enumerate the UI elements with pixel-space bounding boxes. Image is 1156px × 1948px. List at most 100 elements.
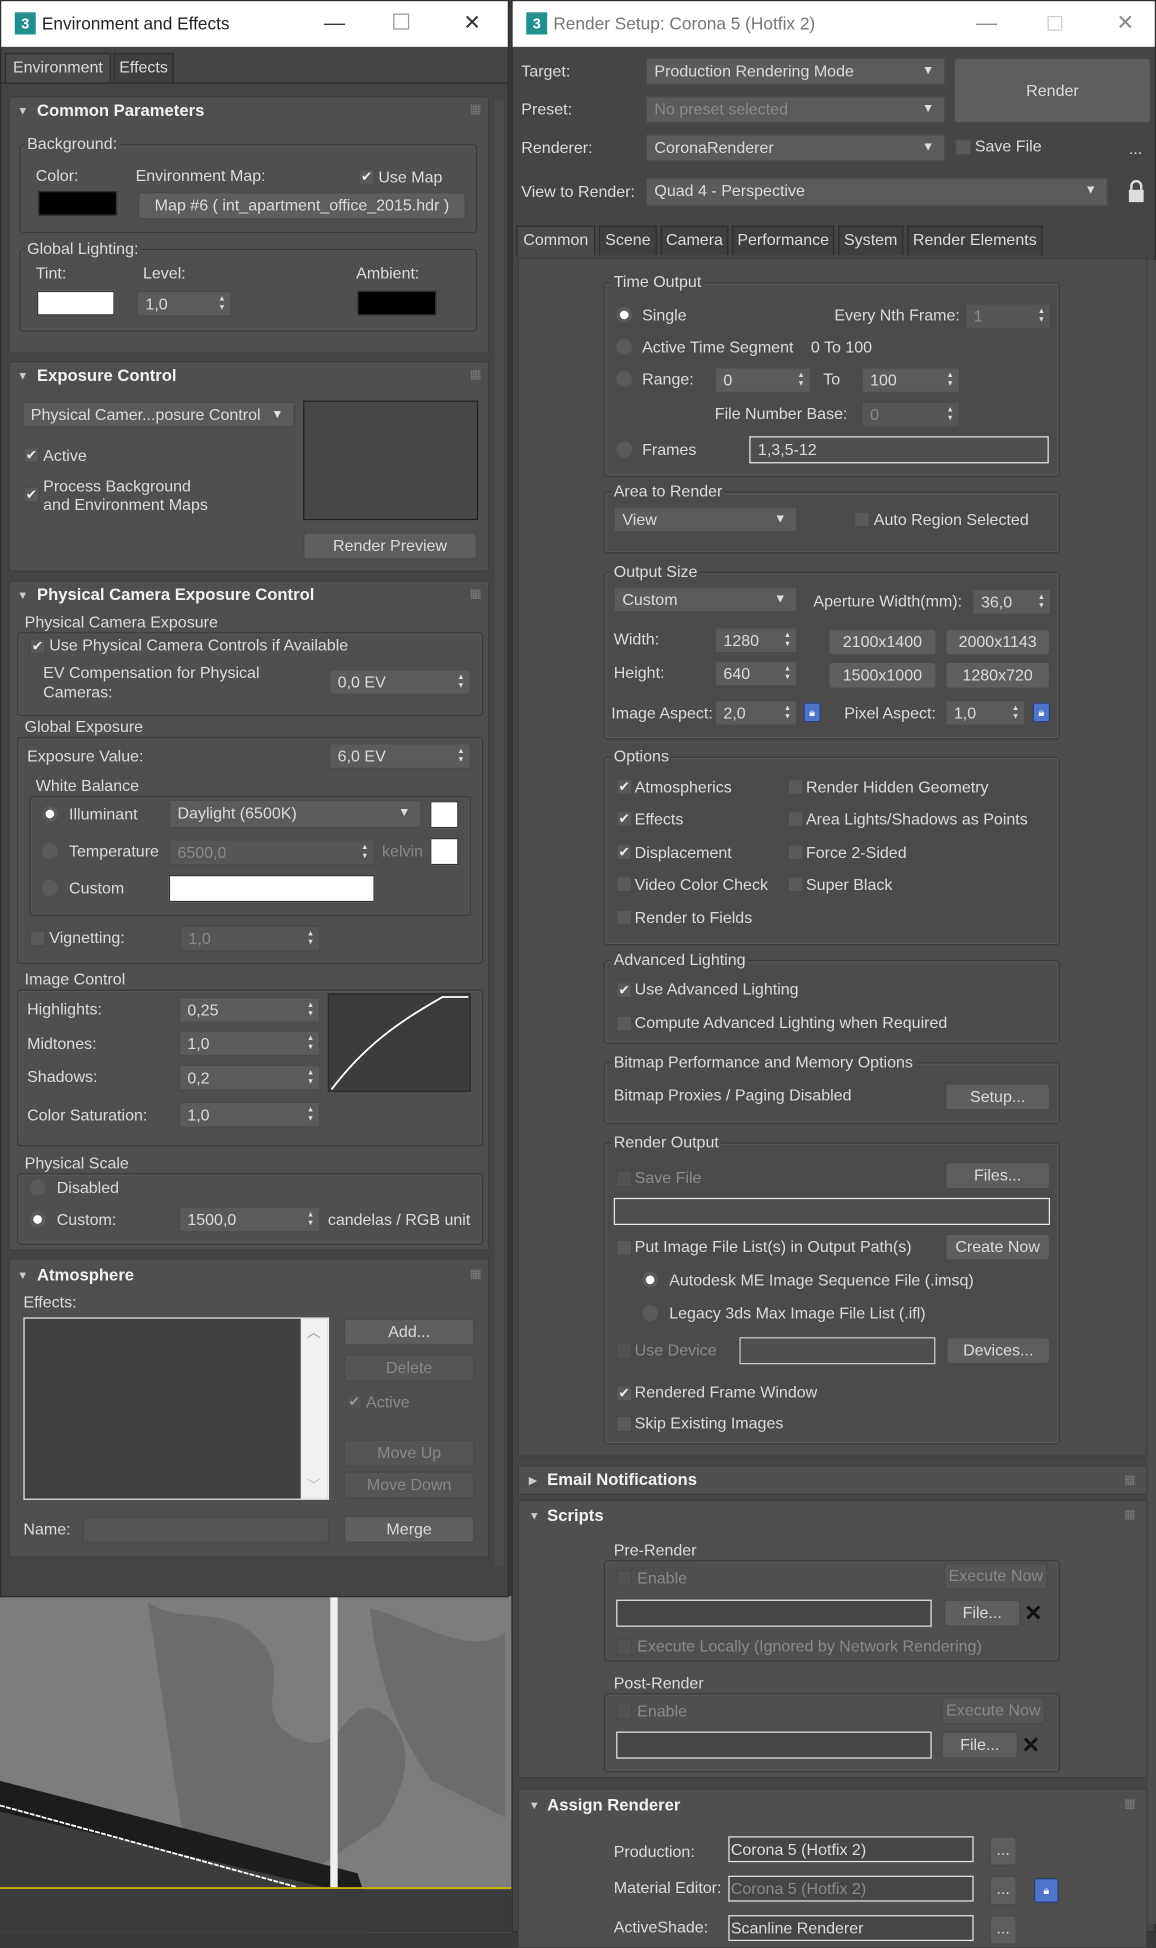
active-time-segment-radio[interactable] — [616, 338, 633, 355]
rollout-title[interactable]: Assign Renderer — [547, 1796, 680, 1816]
effect-active-checkbox[interactable]: ✔ — [346, 1393, 363, 1410]
add-effect-button[interactable]: Add... — [343, 1318, 475, 1346]
tab-render-elements[interactable]: Render Elements — [907, 225, 1043, 256]
spinner-arrows-icon[interactable]: ▲ ▼ — [307, 1107, 314, 1124]
files-button[interactable]: Files... — [945, 1162, 1051, 1190]
custom-radio[interactable] — [41, 879, 58, 896]
target-dropdown[interactable]: Production Rendering Mode ▼ — [645, 57, 946, 86]
output-size-dropdown[interactable]: Custom ▼ — [613, 586, 798, 613]
image-aspect-lock-icon[interactable]: 🔒︎ — [803, 702, 821, 723]
effects-list[interactable]: ︿ ﹀ — [23, 1317, 330, 1500]
spinner-arrows-icon[interactable]: ▲ ▼ — [457, 748, 464, 765]
width-spinner[interactable]: 1280 ▲ ▼ — [714, 627, 798, 654]
rendered-frame-window-checkbox[interactable]: ✔ — [616, 1385, 633, 1402]
preset-1500x1000-button[interactable]: 1500x1000 — [828, 661, 937, 689]
effect-name-input[interactable] — [82, 1517, 330, 1543]
pixel-aspect-spinner[interactable]: 1,0 ▲ ▼ — [945, 700, 1026, 726]
spinner-arrows-icon[interactable]: ▲ ▼ — [307, 1035, 314, 1052]
scroll-up-icon[interactable]: ︿ — [307, 1322, 321, 1342]
scale-disabled-radio[interactable] — [29, 1179, 46, 1196]
illuminant-radio[interactable] — [41, 805, 58, 823]
vignetting-spinner[interactable]: 1,0 ▲ ▼ — [179, 925, 321, 952]
option-checkbox[interactable]: ✔ — [616, 810, 633, 827]
spinner-arrows-icon[interactable]: ▲ ▼ — [784, 632, 791, 649]
ambient-color-swatch[interactable] — [357, 290, 437, 316]
temperature-spinner[interactable]: 6500,0 ▲ ▼ — [168, 839, 375, 866]
collapse-triangle-icon[interactable]: ▼ — [17, 1266, 28, 1286]
scrollbar[interactable] — [1147, 260, 1156, 1924]
midtones-spinner[interactable]: 1,0 ▲ ▼ — [178, 1030, 321, 1057]
use-physical-camera-checkbox[interactable]: ✔ — [29, 638, 46, 655]
exposure-type-dropdown[interactable]: Physical Camer...posure Control ▼ — [22, 401, 295, 428]
use-advanced-lighting-checkbox[interactable]: ✔ — [616, 982, 633, 999]
grip-icon[interactable] — [1125, 1799, 1136, 1810]
preset-2100x1400-button[interactable]: 2100x1400 — [828, 628, 937, 656]
imsq-radio[interactable] — [642, 1271, 659, 1288]
spinner-arrows-icon[interactable]: ▲ ▼ — [218, 296, 225, 313]
post-render-enable-checkbox[interactable] — [616, 1703, 633, 1720]
expand-triangle-icon[interactable]: ▶ — [529, 1470, 538, 1490]
grip-icon[interactable] — [470, 104, 481, 115]
spinner-arrows-icon[interactable]: ▲ ▼ — [361, 844, 368, 861]
renderer-dropdown[interactable]: CoronaRenderer ▼ — [645, 134, 946, 162]
pre-render-enable-checkbox[interactable] — [616, 1570, 633, 1587]
process-background-checkbox[interactable]: ✔ — [23, 486, 40, 503]
rollout-title[interactable]: Common Parameters — [37, 101, 204, 121]
rollout-title[interactable]: Exposure Control — [37, 366, 177, 386]
close-icon[interactable]: ✕ — [1117, 11, 1135, 36]
move-up-button[interactable]: Move Up — [343, 1439, 475, 1467]
frames-radio[interactable] — [616, 441, 633, 458]
skip-existing-images-checkbox[interactable] — [616, 1416, 633, 1433]
material-editor-lock-icon[interactable]: 🔒︎ — [1033, 1878, 1059, 1903]
list-scrollbar[interactable]: ︿ ﹀ — [300, 1318, 328, 1499]
grip-icon[interactable] — [470, 369, 481, 380]
collapse-triangle-icon[interactable]: ▼ — [17, 366, 28, 386]
temperature-color-swatch[interactable] — [430, 838, 459, 866]
put-image-file-list-checkbox[interactable] — [616, 1239, 633, 1256]
scroll-down-icon[interactable]: ﹀ — [307, 1475, 321, 1495]
tab-common[interactable]: Common — [516, 225, 596, 256]
tint-color-swatch[interactable] — [36, 290, 115, 316]
move-down-button[interactable]: Move Down — [343, 1471, 475, 1499]
frames-input[interactable]: 1,3,5-12 — [749, 436, 1049, 464]
preset-dropdown[interactable]: No preset selected ▼ — [645, 96, 946, 124]
every-nth-spinner[interactable]: 1 ▲ ▼ — [964, 303, 1052, 330]
vignetting-checkbox[interactable] — [29, 930, 46, 947]
spinner-arrows-icon[interactable]: ▲ ▼ — [457, 674, 464, 691]
scale-custom-radio[interactable] — [29, 1211, 46, 1228]
rollout-title[interactable]: Atmosphere — [37, 1266, 134, 1286]
spinner-arrows-icon[interactable]: ▲ ▼ — [307, 930, 314, 947]
delete-effect-button[interactable]: Delete — [343, 1354, 475, 1382]
grip-icon[interactable] — [1125, 1475, 1136, 1486]
create-now-button[interactable]: Create Now — [945, 1233, 1051, 1261]
rollout-title[interactable]: Scripts — [547, 1506, 603, 1526]
spinner-arrows-icon[interactable]: ▲ ▼ — [1038, 308, 1045, 325]
use-device-checkbox[interactable] — [616, 1343, 633, 1360]
option-checkbox[interactable] — [787, 778, 804, 795]
range-radio[interactable] — [616, 370, 633, 387]
post-render-file-button[interactable]: File... — [941, 1731, 1018, 1759]
spinner-arrows-icon[interactable]: ▲ ▼ — [307, 1070, 314, 1087]
post-render-execute-now-button[interactable]: Execute Now — [941, 1697, 1046, 1725]
device-input[interactable] — [739, 1337, 936, 1365]
pixel-aspect-lock-icon[interactable]: 🔒︎ — [1032, 702, 1051, 723]
minimize-icon[interactable]: — — [976, 11, 997, 36]
spinner-arrows-icon[interactable]: ▲ ▼ — [797, 372, 804, 389]
color-saturation-spinner[interactable]: 1,0 ▲ ▼ — [178, 1101, 321, 1128]
material-editor-browse-button[interactable]: ... — [989, 1875, 1017, 1906]
grip-icon[interactable] — [1125, 1509, 1136, 1520]
highlights-spinner[interactable]: 0,25 ▲ ▼ — [178, 997, 321, 1023]
temperature-radio[interactable] — [41, 842, 58, 859]
compute-advanced-lighting-checkbox[interactable] — [616, 1015, 633, 1032]
option-checkbox[interactable] — [787, 810, 804, 827]
range-to-spinner[interactable]: 100 ▲ ▼ — [861, 367, 961, 394]
scrollbar[interactable] — [494, 99, 505, 1567]
clear-script-icon[interactable]: ✕ — [1022, 1732, 1044, 1759]
illuminant-color-swatch[interactable] — [430, 801, 459, 829]
spinner-arrows-icon[interactable]: ▲ ▼ — [784, 665, 791, 682]
view-to-render-dropdown[interactable]: Quad 4 - Perspective ▼ — [645, 177, 1108, 206]
option-checkbox[interactable]: ✔ — [616, 778, 633, 795]
close-icon[interactable]: ✕ — [463, 11, 481, 36]
output-save-file-checkbox[interactable] — [616, 1170, 633, 1187]
spinner-arrows-icon[interactable]: ▲ ▼ — [947, 372, 954, 389]
